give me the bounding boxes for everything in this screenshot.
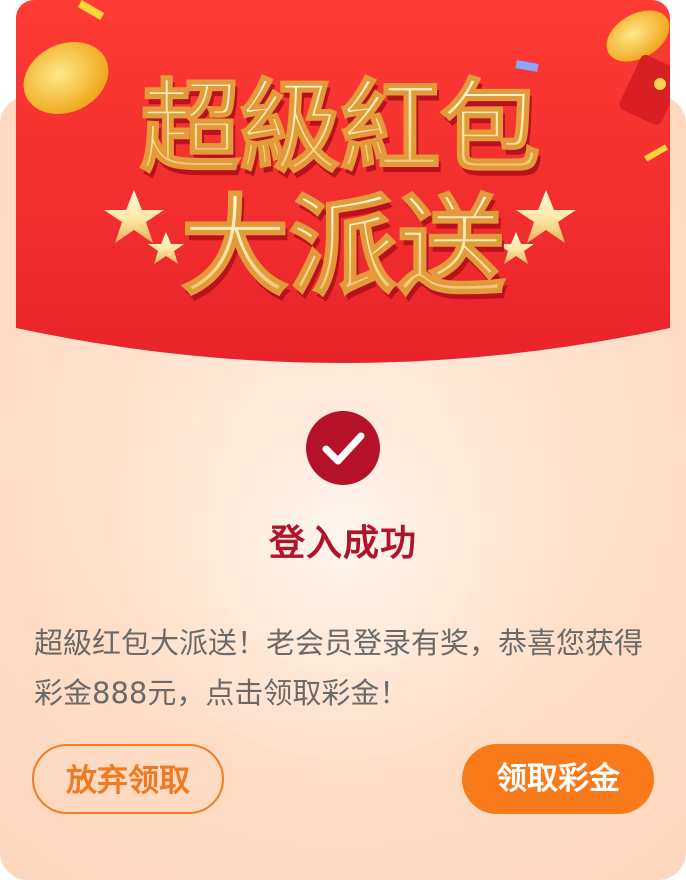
- abandon-button[interactable]: 放弃领取: [32, 744, 224, 814]
- checkmark-icon: [306, 411, 380, 485]
- banner-headline-line1: 超級紅包: [140, 69, 540, 186]
- reward-message: 超級红包大派送！老会员登录有奖，恭喜您获得彩金888元，点击领取彩金！: [34, 626, 644, 710]
- claim-bonus-button[interactable]: 领取彩金: [462, 744, 654, 814]
- banner-headline-line2: 大派送: [181, 185, 505, 310]
- red-envelope-banner: 超級紅包 超級紅包 大派送 大派送: [16, 0, 670, 372]
- login-success-title: 登入成功: [268, 523, 417, 564]
